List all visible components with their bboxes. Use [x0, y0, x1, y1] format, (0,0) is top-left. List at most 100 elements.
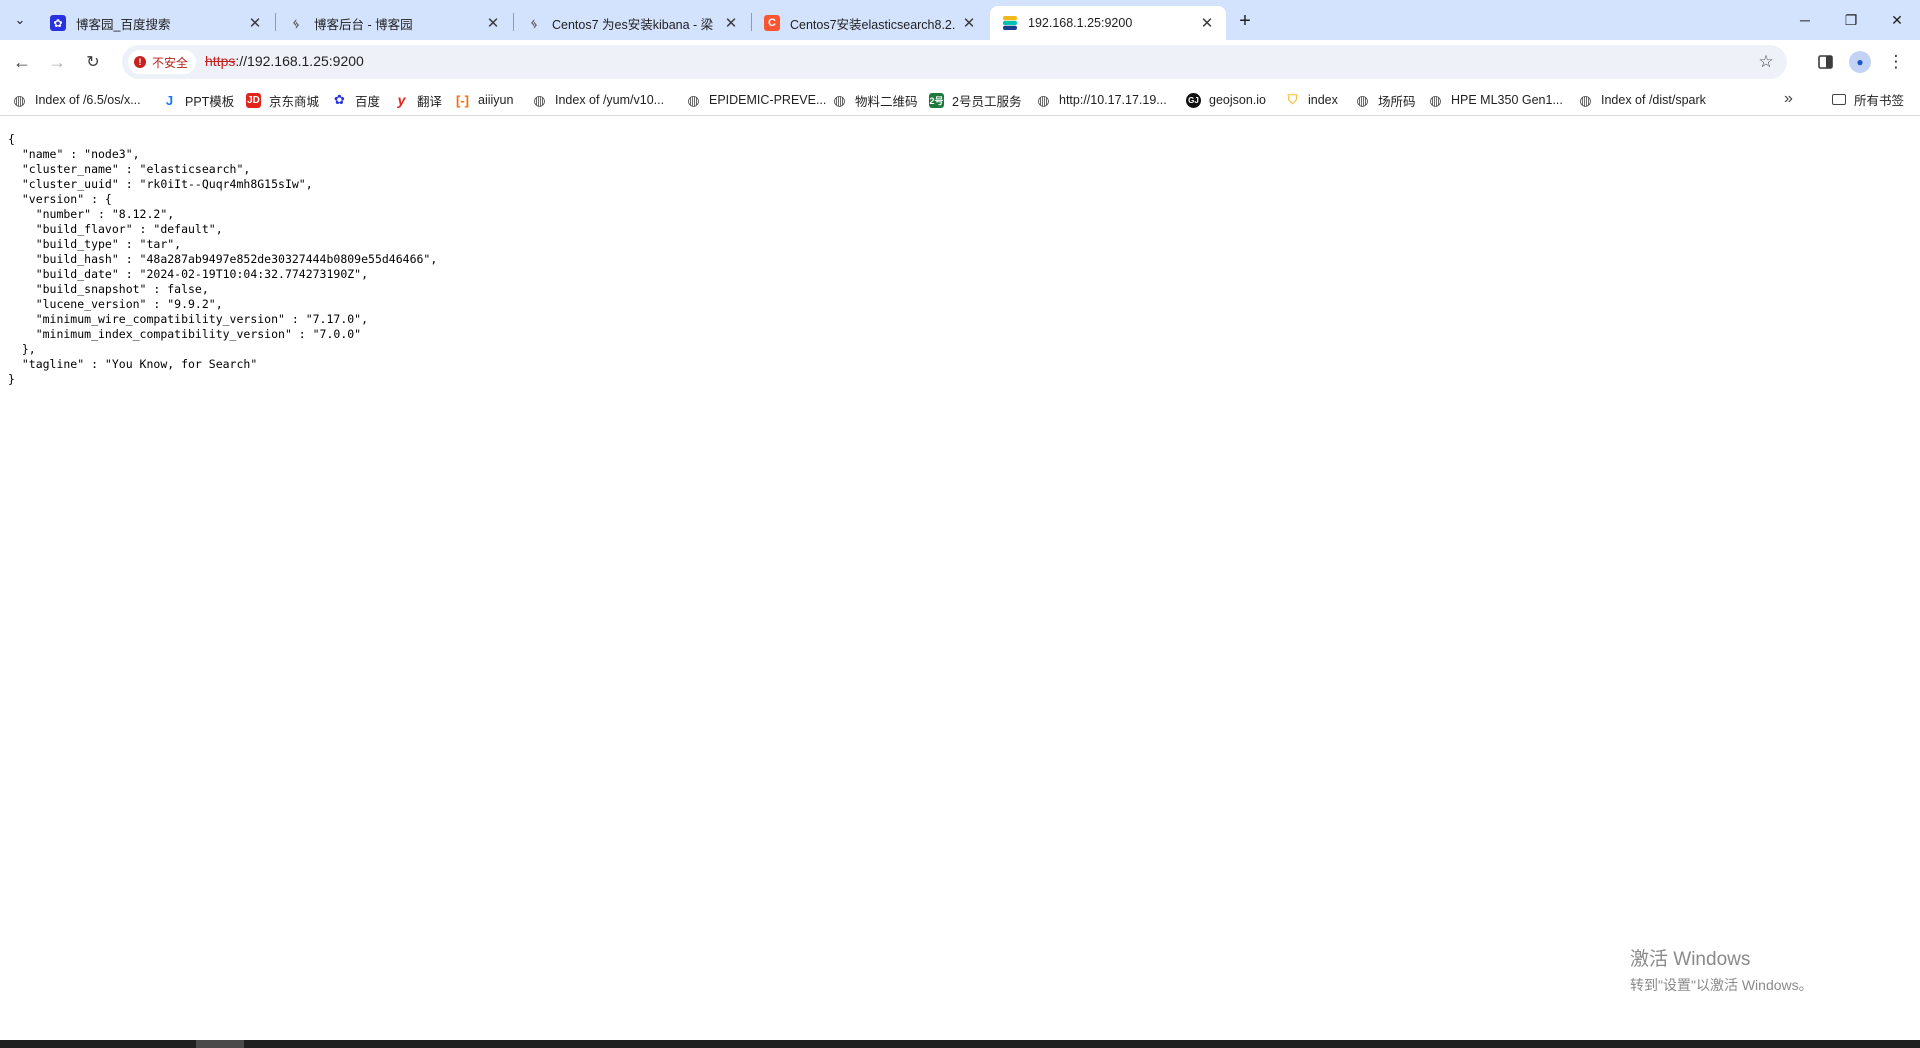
bookmark-item[interactable]: [-] aiiiyun: [455, 90, 513, 110]
close-icon[interactable]: ✕: [1198, 14, 1216, 32]
browser-toolbar: ← → ↻ ! 不安全 https://192.168.1.25:9200 ☆ …: [0, 40, 1920, 84]
all-bookmarks-label: 所有书签: [1854, 94, 1905, 108]
taskbar-active-app[interactable]: [196, 1040, 244, 1048]
tab-cnblogs-admin[interactable]: ᛃ 博客后台 - 博客园 ✕: [276, 6, 512, 40]
reload-icon[interactable]: ↻: [79, 48, 107, 76]
close-icon[interactable]: ✕: [722, 14, 740, 32]
bookmark-label: Index of /6.5/os/x...: [35, 93, 141, 107]
close-icon[interactable]: ✕: [246, 14, 264, 32]
url-text[interactable]: https://192.168.1.25:9200: [205, 53, 364, 69]
bookmark-item[interactable]: ◍ 物料二维码: [832, 90, 918, 110]
tab-title: Centos7安装elasticsearch8.2.: [790, 17, 956, 32]
youdao-icon: y: [397, 92, 406, 108]
bookmark-label: 京东商城: [269, 94, 320, 109]
avatar: ●: [1849, 51, 1871, 73]
side-panel-icon[interactable]: [1811, 48, 1839, 76]
page-content: { "name" : "node3", "cluster_name" : "el…: [0, 117, 1920, 1040]
globe-icon: ◍: [13, 91, 26, 108]
bookmark-item[interactable]: ◍ Index of /dist/spark: [1578, 90, 1706, 110]
more-menu-icon[interactable]: ⋮: [1882, 48, 1910, 76]
bookmark-item[interactable]: JD 京东商城: [246, 90, 319, 110]
baidu-paw-icon: ✿: [50, 15, 66, 31]
tab-title: 博客后台 - 博客园: [314, 17, 413, 32]
not-secure-chip[interactable]: ! 不安全: [128, 50, 197, 74]
bookmark-item[interactable]: ◍ EPIDEMIC-PREVE...: [686, 90, 826, 110]
elastic-icon: [1002, 15, 1018, 31]
url-scheme: https: [205, 53, 236, 69]
bookmark-item[interactable]: ◍ Index of /6.5/os/x...: [12, 90, 141, 110]
all-bookmarks-folder[interactable]: 所有书签: [1832, 90, 1904, 109]
json-response-body: { "name" : "node3", "cluster_name" : "el…: [8, 132, 438, 386]
bookmark-item[interactable]: y 翻译: [394, 90, 442, 110]
window-close-icon[interactable]: ✕: [1874, 0, 1920, 40]
geojson-icon: GJ: [1186, 92, 1201, 108]
tab-search-chevron-down-icon[interactable]: ⌄: [6, 8, 34, 32]
bookmark-label: EPIDEMIC-PREVE...: [709, 93, 827, 107]
baidu-paw-icon: ✿: [334, 92, 345, 107]
shield-icon: ⛉: [1287, 92, 1298, 107]
bookmark-label: Index of /dist/spark: [1601, 93, 1706, 107]
cnblogs-icon: ᛃ: [292, 15, 300, 31]
bookmark-label: PPT模板: [185, 94, 235, 109]
bookmark-label: HPE ML350 Gen1...: [1451, 93, 1563, 107]
close-icon[interactable]: ✕: [960, 14, 978, 32]
bookmark-label: 物料二维码: [855, 94, 918, 109]
close-icon[interactable]: ✕: [484, 14, 502, 32]
bookmark-label: 翻译: [417, 94, 443, 109]
not-secure-label: 不安全: [152, 55, 189, 70]
globe-icon: ◍: [1037, 91, 1050, 108]
bookmark-label: Index of /yum/v10...: [555, 93, 665, 107]
tab-title: 博客园_百度搜索: [76, 17, 171, 32]
bookmark-label: geojson.io: [1209, 93, 1266, 107]
tab-title: 192.168.1.25:9200: [1028, 16, 1133, 30]
tab-csdn-elasticsearch[interactable]: C Centos7安装elasticsearch8.2. ✕: [752, 6, 988, 40]
tab-elasticsearch-endpoint[interactable]: 192.168.1.25:9200 ✕: [990, 6, 1226, 40]
bookmark-label: 百度: [355, 94, 381, 109]
cnblogs-icon: ᛃ: [530, 15, 538, 31]
minimize-icon[interactable]: ─: [1782, 0, 1828, 40]
jd-icon: JD: [246, 92, 261, 108]
bookmark-label: 场所码: [1378, 94, 1416, 109]
restore-icon[interactable]: ❐: [1828, 0, 1874, 40]
bookmark-item[interactable]: GJ geojson.io: [1186, 90, 1266, 110]
not-secure-warning-icon: !: [134, 56, 146, 68]
globe-icon: ◍: [1429, 91, 1442, 108]
tab-kibana-article[interactable]: ᛃ Centos7 为es安装kibana - 梁 ✕: [514, 6, 750, 40]
globe-icon: ◍: [687, 91, 700, 108]
bookmark-item[interactable]: ⛉ index: [1285, 90, 1338, 110]
globe-icon: ◍: [1579, 91, 1592, 108]
bookmark-item[interactable]: ◍ 场所码: [1355, 90, 1416, 110]
new-tab-plus-icon[interactable]: +: [1232, 8, 1258, 34]
bookmark-item[interactable]: 2号 2号员工服务: [929, 90, 1021, 110]
two-icon: 2号: [929, 92, 944, 108]
bookmark-label: aiiiyun: [478, 93, 514, 107]
taskbar: [0, 1040, 1920, 1048]
bookmark-star-icon[interactable]: ☆: [1755, 51, 1777, 73]
bookmarks-bar: ◍ Index of /6.5/os/x... J PPT模板 JD 京东商城 ✿ 百度…: [0, 84, 1920, 116]
address-bar[interactable]: ! 不安全 https://192.168.1.25:9200 ☆: [122, 45, 1787, 79]
profile-avatar-icon[interactable]: ●: [1846, 48, 1874, 76]
bookmark-item[interactable]: J PPT模板: [162, 90, 234, 110]
more-bookmarks-chevron-icon[interactable]: »: [1784, 90, 1793, 108]
globe-icon: ◍: [833, 91, 846, 108]
forward-arrow-icon[interactable]: →: [43, 48, 71, 76]
windows-activation-watermark: 激活 Windows 转到"设置"以激活 Windows。: [1630, 944, 1813, 995]
bookmark-item[interactable]: ◍ http://10.17.17.19...: [1036, 90, 1167, 110]
tab-title: Centos7 为es安装kibana - 梁: [552, 17, 714, 32]
globe-icon: ◍: [1356, 91, 1369, 108]
bookmark-item[interactable]: ◍ Index of /yum/v10...: [532, 90, 664, 110]
bookmark-item[interactable]: ✿ 百度: [332, 90, 380, 110]
activation-title: 激活 Windows: [1630, 949, 1751, 970]
tab-baidu-search[interactable]: ✿ 博客园_百度搜索 ✕: [38, 6, 274, 40]
back-arrow-icon[interactable]: ←: [8, 48, 36, 76]
bookmark-label: 2号员工服务: [952, 94, 1022, 109]
activation-subtitle: 转到"设置"以激活 Windows。: [1630, 977, 1813, 993]
globe-icon: ◍: [533, 91, 546, 108]
csdn-icon: C: [764, 15, 780, 31]
bookmark-item[interactable]: ◍ HPE ML350 Gen1...: [1428, 90, 1563, 110]
folder-icon: [1832, 94, 1846, 105]
tab-strip: ⌄ ✿ 博客园_百度搜索 ✕ ᛃ 博客后台 - 博客园 ✕ ᛃ Centos7 …: [0, 0, 1920, 40]
bookmark-label: http://10.17.17.19...: [1059, 93, 1167, 107]
aliyun-icon: [-]: [456, 92, 469, 108]
ppt-icon: J: [165, 92, 174, 108]
